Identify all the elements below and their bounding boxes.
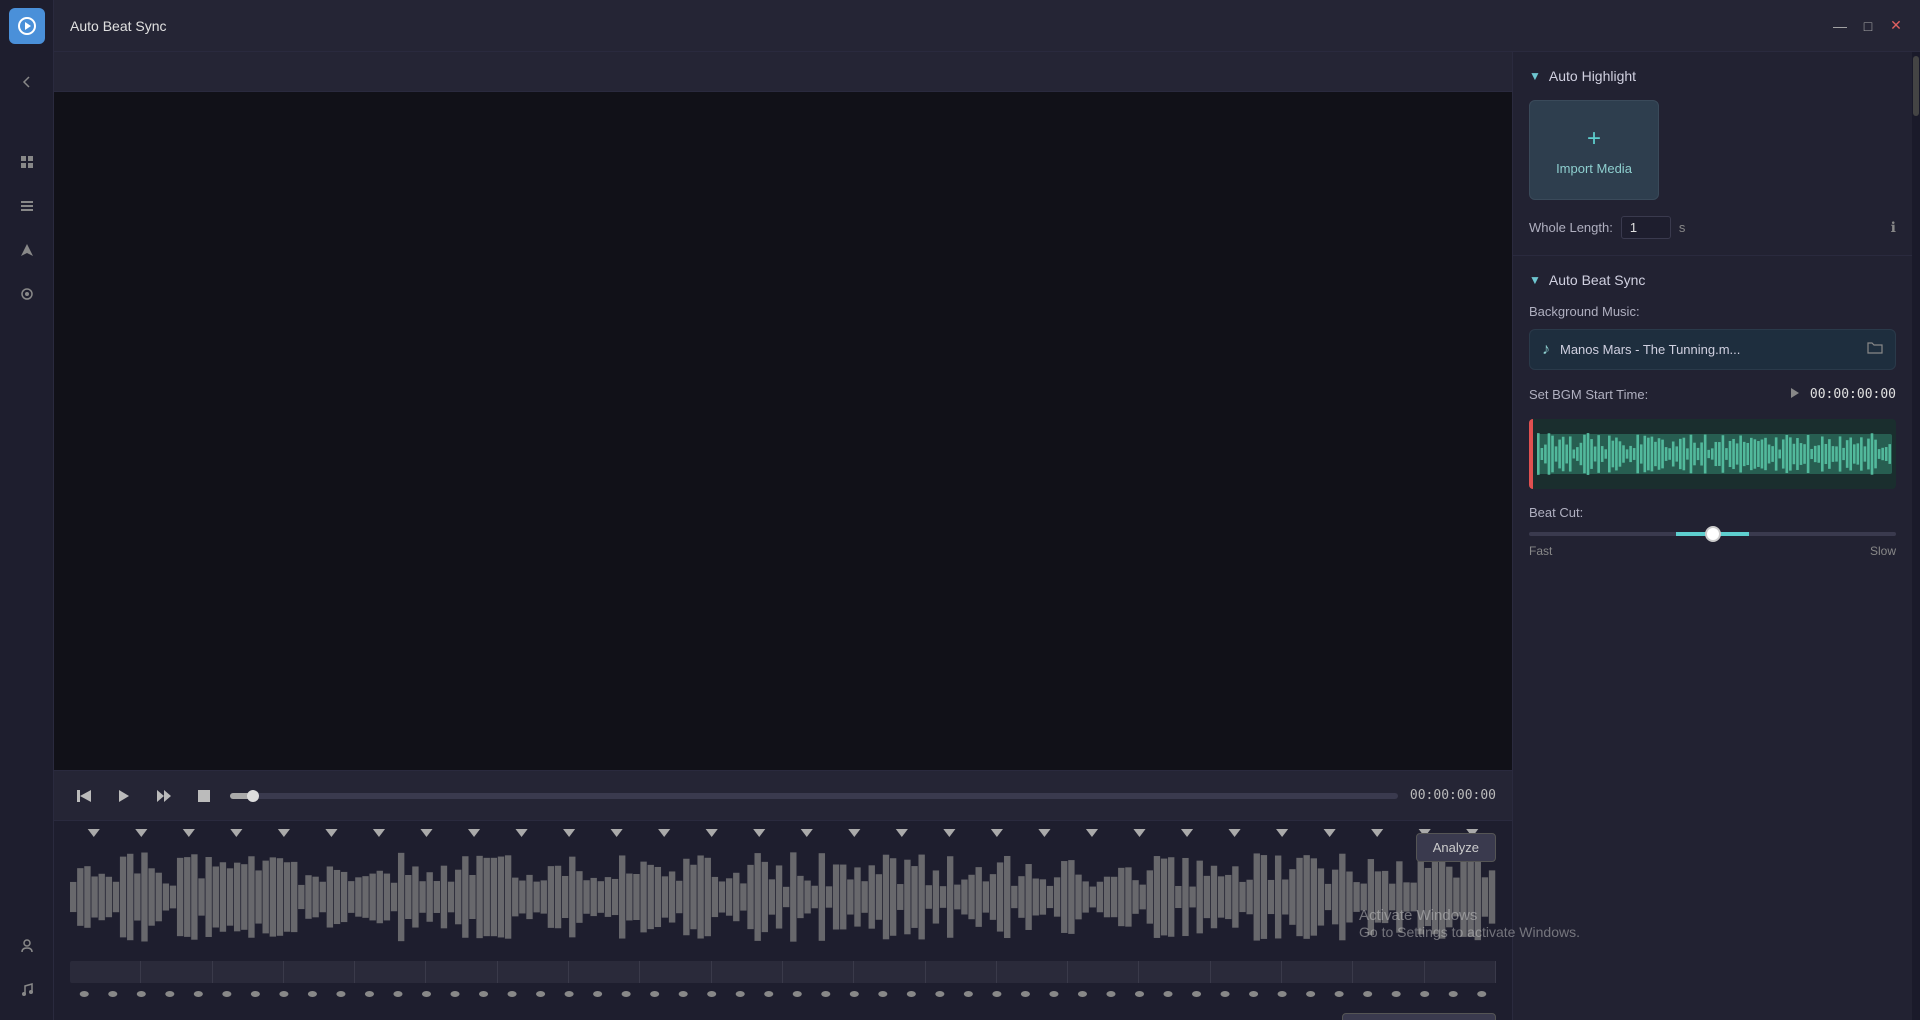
bgm-start-row: Set BGM Start Time: 00:00:00:00: [1529, 386, 1896, 403]
preview-section: 00:00:00:00 Analyze: [54, 52, 1512, 1020]
export-timeline-button[interactable]: Export to Timeline: [1342, 1013, 1496, 1020]
right-scrollbar[interactable]: [1912, 52, 1920, 1020]
preview-canvas: [54, 92, 1512, 770]
beat-cut-slider[interactable]: [1529, 532, 1896, 536]
sidebar-icon-back[interactable]: [9, 64, 45, 100]
bg-music-label: Background Music:: [1529, 304, 1896, 319]
music-note-icon: ♪: [1542, 341, 1550, 359]
auto-beat-sync-arrow: ▼: [1529, 273, 1541, 287]
window-controls: — □ ✕: [1832, 18, 1904, 34]
music-track-row: ♪ Manos Mars - The Tunning.m...: [1529, 329, 1896, 370]
beat-segment: [569, 961, 640, 983]
sidebar-icon-1[interactable]: [9, 144, 45, 180]
import-media-label: Import Media: [1556, 161, 1632, 176]
close-button[interactable]: ✕: [1888, 18, 1904, 34]
beat-cut-label: Beat Cut:: [1529, 505, 1896, 520]
play-button[interactable]: [110, 782, 138, 810]
beat-segment: [1211, 961, 1282, 983]
beat-segment: [926, 961, 997, 983]
maximize-button[interactable]: □: [1860, 18, 1876, 34]
beat-segment: [1068, 961, 1139, 983]
playback-controls: 00:00:00:00: [54, 770, 1512, 820]
right-panel: ▼ Auto Highlight + Import Media Whole Le…: [1512, 52, 1912, 1020]
waveform-svg: [70, 829, 1496, 949]
auto-highlight-section: ▼ Auto Highlight + Import Media Whole Le…: [1513, 52, 1912, 256]
beat-segment: [1282, 961, 1353, 983]
beat-segment: [141, 961, 212, 983]
auto-beat-sync-title: Auto Beat Sync: [1549, 272, 1646, 288]
preview-top-bar: [54, 52, 1512, 92]
skip-back-button[interactable]: [70, 782, 98, 810]
sidebar-icon-2[interactable]: [9, 188, 45, 224]
beat-segment: [854, 961, 925, 983]
minimize-button[interactable]: —: [1832, 18, 1848, 34]
progress-knob[interactable]: [247, 790, 259, 802]
beat-segment: [284, 961, 355, 983]
sidebar-icon-5[interactable]: [9, 928, 45, 964]
beat-track: [70, 961, 1496, 983]
bgm-waveform-svg: [1537, 429, 1892, 479]
auto-highlight-header[interactable]: ▼ Auto Highlight: [1529, 68, 1896, 84]
speed-labels-row: Fast Slow: [1529, 544, 1896, 558]
info-icon[interactable]: ℹ: [1891, 219, 1896, 236]
stop-button[interactable]: [190, 782, 218, 810]
import-plus-icon: +: [1587, 125, 1601, 153]
main-window: Auto Beat Sync — □ ✕: [54, 0, 1920, 1020]
content-area: 00:00:00:00 Analyze: [54, 52, 1920, 1020]
time-display: 00:00:00:00: [1410, 788, 1496, 803]
beat-segment: [355, 961, 426, 983]
beat-cut-slider-row: [1529, 532, 1896, 536]
beat-segment: [70, 961, 141, 983]
title-bar: Auto Beat Sync — □ ✕: [54, 0, 1920, 52]
whole-length-row: Whole Length: s ℹ: [1529, 216, 1896, 239]
bgm-start-time: 00:00:00:00: [1810, 387, 1896, 402]
beat-segment: [1353, 961, 1424, 983]
folder-icon[interactable]: [1867, 340, 1883, 359]
waveform-section: Analyze: [54, 820, 1512, 1020]
slow-label: Slow: [1870, 544, 1896, 558]
export-button-row: Export to Timeline: [54, 1005, 1512, 1020]
beat-dots-row: [70, 987, 1496, 1001]
fast-forward-button[interactable]: [150, 782, 178, 810]
import-media-button[interactable]: + Import Media: [1529, 100, 1659, 200]
beat-segment: [1425, 961, 1496, 983]
whole-length-unit: s: [1679, 220, 1686, 235]
whole-length-input[interactable]: [1621, 216, 1671, 239]
left-sidebar: [0, 0, 54, 1020]
analyze-button[interactable]: Analyze: [1416, 833, 1496, 862]
beat-segment: [498, 961, 569, 983]
auto-highlight-title: Auto Highlight: [1549, 68, 1636, 84]
auto-highlight-arrow: ▼: [1529, 69, 1541, 83]
whole-length-label: Whole Length:: [1529, 220, 1613, 235]
sidebar-icon-3[interactable]: [9, 232, 45, 268]
beat-segment: [783, 961, 854, 983]
fast-label: Fast: [1529, 544, 1552, 558]
beat-segment: [712, 961, 783, 983]
bgm-play-button[interactable]: [1788, 386, 1802, 403]
beat-segment: [1139, 961, 1210, 983]
window-title: Auto Beat Sync: [70, 18, 1832, 34]
auto-beat-sync-header[interactable]: ▼ Auto Beat Sync: [1529, 272, 1896, 288]
music-track-name: Manos Mars - The Tunning.m...: [1560, 342, 1857, 357]
beat-segment: [640, 961, 711, 983]
app-logo: [9, 8, 45, 44]
beat-segment: [213, 961, 284, 983]
auto-beat-sync-section: ▼ Auto Beat Sync Background Music: ♪ Man…: [1513, 256, 1912, 574]
bgm-waveform: [1529, 419, 1896, 489]
waveform-canvas: [54, 821, 1512, 961]
beat-segment: [997, 961, 1068, 983]
sidebar-icon-music[interactable]: [9, 972, 45, 1008]
bgm-start-label: Set BGM Start Time:: [1529, 387, 1780, 402]
scrollbar-thumb[interactable]: [1913, 56, 1919, 116]
progress-bar[interactable]: [230, 793, 1398, 799]
beat-segment: [426, 961, 497, 983]
sidebar-icon-4[interactable]: [9, 276, 45, 312]
